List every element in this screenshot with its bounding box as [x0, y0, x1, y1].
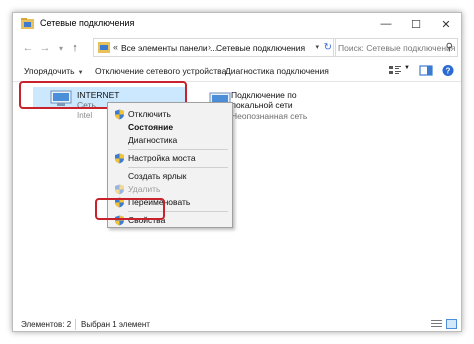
menu-item-diagnostics[interactable]: Диагностика: [108, 134, 232, 147]
maximize-button[interactable]: ☐: [401, 13, 431, 35]
address-crumb-control-panel[interactable]: Все элементы панели ...: [121, 43, 217, 53]
address-bar[interactable]: « Все элементы панели ... › Сетевые подк…: [93, 38, 336, 57]
address-row: ← → ▾ ↑ « Все элементы панели ... › Сете…: [13, 36, 461, 60]
up-arrow-icon[interactable]: ↑: [68, 41, 82, 55]
item-name-local-connection-line2[interactable]: локальной сети: [231, 100, 293, 110]
uac-shield-icon: [115, 109, 124, 120]
file-list: INTERNET Сеть Intel Подключение по локал…: [13, 81, 461, 319]
address-dropdown-icon[interactable]: ▾: [315, 43, 319, 51]
organize-button[interactable]: Упорядочить ▼: [24, 66, 84, 76]
address-crumb-network-connections[interactable]: Сетевые подключения: [216, 43, 305, 53]
back-arrow-icon[interactable]: ←: [21, 41, 35, 55]
menu-item-bridge[interactable]: Настройка моста: [108, 152, 232, 165]
menu-item-status-label: Состояние: [128, 122, 174, 132]
menu-item-bridge-label: Настройка моста: [128, 153, 196, 163]
recent-locations-chevron-icon[interactable]: ▾: [54, 41, 68, 55]
window-title: Сетевые подключения: [40, 18, 135, 28]
menu-item-create-shortcut-label: Создать ярлык: [128, 171, 187, 181]
forward-arrow-icon[interactable]: →: [38, 41, 52, 55]
status-divider: [75, 319, 76, 330]
address-overflow-marker: «: [113, 42, 119, 52]
minimize-button[interactable]: —: [371, 13, 401, 35]
disable-device-button[interactable]: Отключение сетевого устройства: [95, 66, 226, 76]
close-button[interactable]: ✕: [431, 13, 461, 35]
highlight-properties: [95, 198, 165, 220]
search-icon[interactable]: ⚲: [446, 42, 453, 53]
diagnose-connection-button[interactable]: Диагностика подключения: [225, 66, 329, 76]
selected-count: Выбран 1 элемент: [81, 320, 150, 329]
explorer-window: Сетевые подключения — ☐ ✕ ← → ▾ ↑ « Все …: [12, 12, 462, 332]
item-count: Элементов: 2: [21, 320, 72, 329]
search-box[interactable]: Поиск: Сетевые подключения ⚲: [333, 38, 458, 57]
large-icons-view-icon[interactable]: [446, 319, 457, 329]
menu-item-delete: Удалить: [108, 183, 232, 196]
view-dropdown-icon[interactable]: ▼: [404, 65, 410, 71]
uac-shield-icon: [115, 153, 124, 164]
item-status-local-connection: Неопознанная сеть: [231, 111, 308, 121]
item-device-internet: Intel: [77, 111, 93, 120]
uac-shield-icon: [115, 184, 124, 195]
organize-label: Упорядочить: [24, 66, 75, 76]
svg-text:?: ?: [446, 67, 451, 76]
menu-item-diagnostics-label: Диагностика: [128, 135, 178, 145]
network-folder-icon: [21, 18, 34, 29]
address-separator: ›: [208, 42, 211, 52]
view-options-icon[interactable]: [388, 64, 402, 77]
status-bar: Элементов: 2 Выбран 1 элемент: [13, 319, 461, 331]
command-bar: Упорядочить ▼ Отключение сетевого устройс…: [13, 60, 461, 82]
organize-dropdown-icon: ▼: [77, 70, 84, 76]
preview-pane-icon[interactable]: [419, 64, 433, 77]
menu-item-status[interactable]: Состояние: [108, 121, 232, 134]
search-input[interactable]: Поиск: Сетевые подключения: [338, 43, 455, 53]
menu-item-disable[interactable]: Отключить: [108, 108, 232, 121]
menu-separator: [128, 167, 228, 168]
item-name-local-connection[interactable]: Подключение по: [231, 90, 297, 100]
menu-item-create-shortcut[interactable]: Создать ярлык: [108, 170, 232, 183]
help-icon[interactable]: ?: [441, 64, 455, 77]
control-panel-icon: [98, 42, 110, 53]
menu-separator: [128, 149, 228, 150]
menu-item-delete-label: Удалить: [128, 184, 161, 194]
details-view-icon[interactable]: [431, 319, 442, 329]
menu-item-disable-label: Отключить: [128, 109, 171, 119]
title-bar: Сетевые подключения — ☐ ✕: [13, 13, 461, 35]
refresh-icon[interactable]: ↻: [324, 42, 332, 53]
